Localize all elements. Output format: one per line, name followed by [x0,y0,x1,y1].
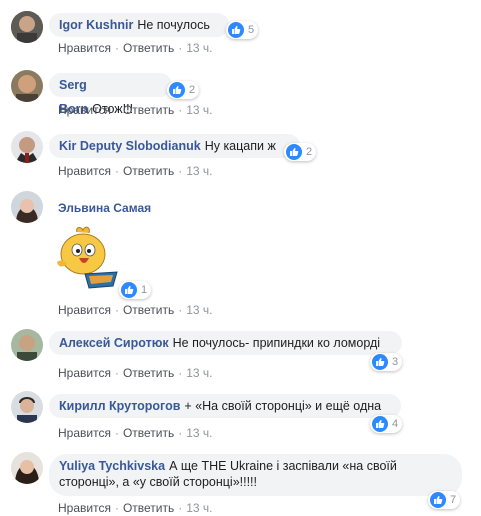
like-link[interactable]: Нравится [58,41,111,55]
like-count: 4 [392,418,399,430]
comment-author[interactable]: Эльвина Самая [58,201,151,215]
like-icon [228,22,244,38]
like-link[interactable]: Нравится [58,501,111,515]
comment-actions: Нравится · Ответить · 13 ч. [58,501,213,515]
comment-author[interactable]: Igor Kushnir [59,18,133,32]
like-count: 3 [392,356,399,368]
comment-time[interactable]: 13 ч. [186,426,212,440]
sticker[interactable] [49,224,121,296]
avatar[interactable] [11,329,43,361]
avatar[interactable] [11,191,43,223]
comment-actions: Нравится · Ответить · 13 ч. [58,303,213,317]
like-icon [286,144,302,160]
reaction-badge[interactable]: 2 [284,143,317,161]
comment-time[interactable]: 13 ч. [186,164,212,178]
comment-bubble: Кирилл Круторогов + «На своїй сторонці» и… [49,394,401,418]
reply-link[interactable]: Ответить [123,41,174,55]
comment-time[interactable]: 13 ч. [186,41,212,55]
comment-bubble: Yuliya Tychkivska А ще THE Ukraine і засп… [49,454,462,496]
like-count: 1 [141,284,148,296]
avatar[interactable] [11,452,43,484]
like-icon [372,354,388,370]
comment-time[interactable]: 13 ч. [186,501,212,515]
like-icon [169,82,185,98]
like-count: 7 [450,494,457,506]
reply-link[interactable]: Ответить [123,366,174,380]
comment-actions: Нравится · Ответить · 13 ч. [58,426,213,440]
reply-link[interactable]: Ответить [123,164,174,178]
comment-author[interactable]: Yuliya Tychkivska [59,459,165,473]
reaction-badge[interactable]: 7 [428,491,461,509]
reaction-badge[interactable]: 3 [370,353,403,371]
comment-bubble: Алексей Сиротюк Не почулось- припиндки ко… [49,331,402,355]
comment-text: Ну кацапи ж [204,139,276,153]
comment-actions: Нравится · Ответить · 13 ч. [58,366,213,380]
reply-link[interactable]: Ответить [123,426,174,440]
comment-author[interactable]: Kir Deputy Slobodianuk [59,139,201,153]
like-count: 2 [306,146,313,158]
comment-actions: Нравится · Ответить · 13 ч. [58,103,213,117]
comment-author[interactable]: Кирилл Круторогов [59,399,180,413]
avatar[interactable] [11,11,43,43]
avatar[interactable] [11,70,43,102]
comment-bubble: Igor Kushnir Не почулось [49,13,229,37]
comment-text: Не почулось- припиндки ко ломорді [172,336,381,350]
comment-bubble: Kir Deputy Slobodianuk Ну кацапи ж [49,134,300,158]
like-count: 5 [248,24,255,36]
reaction-badge[interactable]: 2 [167,81,200,99]
avatar[interactable] [11,391,43,423]
like-link[interactable]: Нравится [58,366,111,380]
comment-text: + «На своїй сторонці» и ещё одна [184,399,382,413]
like-link[interactable]: Нравится [58,103,111,117]
avatar[interactable] [11,131,43,163]
like-count: 2 [189,84,196,96]
reaction-badge[interactable]: 4 [370,415,403,433]
comment-time[interactable]: 13 ч. [186,366,212,380]
comment-author[interactable]: Алексей Сиротюк [59,336,169,350]
like-link[interactable]: Нравится [58,164,111,178]
comment-actions: Нравится · Ответить · 13 ч. [58,41,213,55]
like-icon [430,492,446,508]
comment-actions: Нравится · Ответить · 13 ч. [58,164,213,178]
like-link[interactable]: Нравится [58,426,111,440]
comment-text: Не почулось [137,18,210,32]
comment-time[interactable]: 13 ч. [186,103,212,117]
reaction-badge[interactable]: 1 [119,281,152,299]
reply-link[interactable]: Ответить [123,501,174,515]
like-link[interactable]: Нравится [58,303,111,317]
like-icon [121,282,137,298]
reaction-badge[interactable]: 5 [226,21,259,39]
comment-time[interactable]: 13 ч. [186,303,212,317]
like-icon [372,416,388,432]
comment-bubble: Serg Born Отож!!! [49,73,172,116]
reply-link[interactable]: Ответить [123,303,174,317]
reply-link[interactable]: Ответить [123,103,174,117]
